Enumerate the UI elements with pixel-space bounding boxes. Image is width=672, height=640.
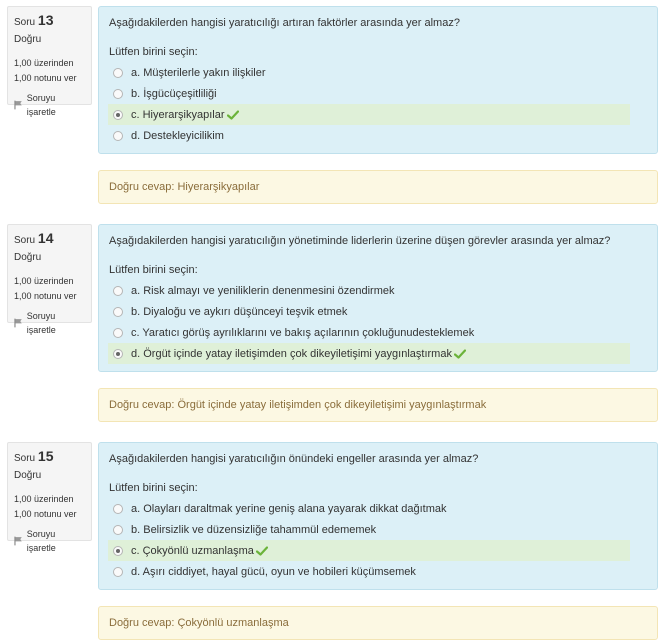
radio-button-selected[interactable] [113, 348, 123, 359]
question-label: Soru [14, 453, 36, 464]
answer-option-c[interactable]: c. Yaratıcı görüş ayrılıklarını ve bakış… [108, 322, 630, 343]
answer-label: c. Çokyönlü uzmanlaşma [131, 544, 254, 557]
question-text: Aşağıdakilerden hangisi yaratıcılığı art… [109, 17, 460, 29]
answer-label: b. İşgücüçeşitliliği [131, 87, 217, 100]
flag-question-link[interactable]: Soruyu işaretle [14, 91, 85, 119]
radio-button[interactable] [113, 130, 123, 141]
flag-icon [14, 318, 22, 328]
radio-button[interactable] [113, 285, 123, 296]
question-number: Soru 14 [14, 229, 85, 250]
grade-given: 1,00 notunu ver [14, 509, 77, 519]
answer-label: a. Müşterilerle yakın ilişkiler [131, 66, 266, 79]
question-formulation: Aşağıdakilerden hangisi yaratıcılığın ön… [98, 442, 658, 590]
radio-button[interactable] [113, 503, 123, 514]
question-state: Doğru [14, 252, 42, 263]
flag-question-label[interactable]: Soruyu işaretle [27, 309, 85, 337]
grade-given: 1,00 notunu ver [14, 291, 77, 301]
answer-label: a. Olayları daraltmak yerine geniş alana… [131, 502, 447, 515]
answer-option-c[interactable]: c. Hiyerarşikyapılar [108, 104, 630, 125]
question-state: Doğru [14, 470, 42, 481]
answer-label: c. Yaratıcı görüş ayrılıklarını ve bakış… [131, 326, 475, 339]
radio-button[interactable] [113, 327, 123, 338]
flag-question-link[interactable]: Soruyu işaretle [14, 527, 85, 555]
question-formulation: Aşağıdakilerden hangisi yaratıcılığı art… [98, 6, 658, 154]
answer-list: a. Müşterilerle yakın ilişkiler b. İşgüc… [108, 62, 647, 146]
answer-option-a[interactable]: a. Olayları daraltmak yerine geniş alana… [108, 498, 630, 519]
answer-option-b[interactable]: b. İşgücüçeşitliliği [108, 83, 630, 104]
grade-max: 1,00 üzerinden [14, 276, 74, 286]
radio-button[interactable] [113, 67, 123, 78]
answer-option-d[interactable]: d. Aşırı ciddiyet, hayal gücü, oyun ve h… [108, 561, 630, 582]
flag-icon [14, 100, 22, 110]
check-icon [255, 545, 268, 556]
question-info: Soru 13 Doğru 1,00 üzerinden 1,00 notunu… [7, 6, 92, 117]
answer-list: a. Risk almayı ve yeniliklerin denenmesi… [108, 280, 647, 364]
answer-prompt: Lütfen birini seçin: [109, 264, 198, 276]
correct-answer-feedback: Doğru cevap: Çokyönlü uzmanlaşma [98, 606, 658, 640]
flag-question-link[interactable]: Soruyu işaretle [14, 309, 85, 337]
question-text: Aşağıdakilerden hangisi yaratıcılığın yö… [109, 235, 611, 247]
question-grade: 1,00 üzerinden 1,00 notunu ver [14, 56, 85, 86]
answer-label: d. Örgüt içinde yatay iletişimden çok di… [131, 347, 452, 360]
grade-given: 1,00 notunu ver [14, 73, 77, 83]
answer-list: a. Olayları daraltmak yerine geniş alana… [108, 498, 647, 582]
answer-label: d. Destekleyicilikim [131, 129, 224, 142]
answer-label: b. Belirsizlik ve düzensizliğe tahammül … [131, 523, 377, 536]
flag-icon [14, 536, 22, 546]
grade-max: 1,00 üzerinden [14, 58, 74, 68]
answer-option-d[interactable]: d. Destekleyicilikim [108, 125, 630, 146]
radio-button-selected[interactable] [113, 109, 123, 120]
flag-question-label[interactable]: Soruyu işaretle [27, 91, 85, 119]
flag-question-label[interactable]: Soruyu işaretle [27, 527, 85, 555]
answer-option-c[interactable]: c. Çokyönlü uzmanlaşma [108, 540, 630, 561]
answer-label: a. Risk almayı ve yeniliklerin denenmesi… [131, 284, 395, 297]
answer-option-a[interactable]: a. Müşterilerle yakın ilişkiler [108, 62, 630, 83]
question-number: Soru 15 [14, 447, 85, 468]
question-number-value: 13 [37, 12, 54, 28]
question-number-value: 14 [37, 230, 54, 246]
quiz-review-page: Soru 13 Doğru 1,00 üzerinden 1,00 notunu… [0, 0, 672, 640]
answer-option-d[interactable]: d. Örgüt içinde yatay iletişimden çok di… [108, 343, 630, 364]
question-grade: 1,00 üzerinden 1,00 notunu ver [14, 492, 85, 522]
radio-button[interactable] [113, 566, 123, 577]
correct-answer-feedback: Doğru cevap: Hiyerarşikyapılar [98, 170, 658, 204]
answer-label: d. Aşırı ciddiyet, hayal gücü, oyun ve h… [131, 565, 416, 578]
radio-button[interactable] [113, 524, 123, 535]
answer-option-b[interactable]: b. Belirsizlik ve düzensizliğe tahammül … [108, 519, 630, 540]
question-formulation: Aşağıdakilerden hangisi yaratıcılığın yö… [98, 224, 658, 372]
question-grade: 1,00 üzerinden 1,00 notunu ver [14, 274, 85, 304]
question-text: Aşağıdakilerden hangisi yaratıcılığın ön… [109, 453, 479, 465]
question-info: Soru 14 Doğru 1,00 üzerinden 1,00 notunu… [7, 224, 92, 335]
radio-button-selected[interactable] [113, 545, 123, 556]
answer-option-a[interactable]: a. Risk almayı ve yeniliklerin denenmesi… [108, 280, 630, 301]
radio-button[interactable] [113, 88, 123, 99]
question-state: Doğru [14, 34, 42, 45]
question-number: Soru 13 [14, 11, 85, 32]
correct-answer-feedback: Doğru cevap: Örgüt içinde yatay iletişim… [98, 388, 658, 422]
grade-max: 1,00 üzerinden [14, 494, 74, 504]
answer-label: b. Diyaloğu ve aykırı düşünceyi teşvik e… [131, 305, 348, 318]
question-info: Soru 15 Doğru 1,00 üzerinden 1,00 notunu… [7, 442, 92, 553]
answer-prompt: Lütfen birini seçin: [109, 46, 198, 58]
question-number-value: 15 [37, 448, 54, 464]
answer-option-b[interactable]: b. Diyaloğu ve aykırı düşünceyi teşvik e… [108, 301, 630, 322]
answer-label: c. Hiyerarşikyapılar [131, 108, 225, 121]
answer-prompt: Lütfen birini seçin: [109, 482, 198, 494]
radio-button[interactable] [113, 306, 123, 317]
question-label: Soru [14, 235, 36, 246]
check-icon [226, 109, 239, 120]
check-icon [453, 348, 466, 359]
question-label: Soru [14, 17, 36, 28]
